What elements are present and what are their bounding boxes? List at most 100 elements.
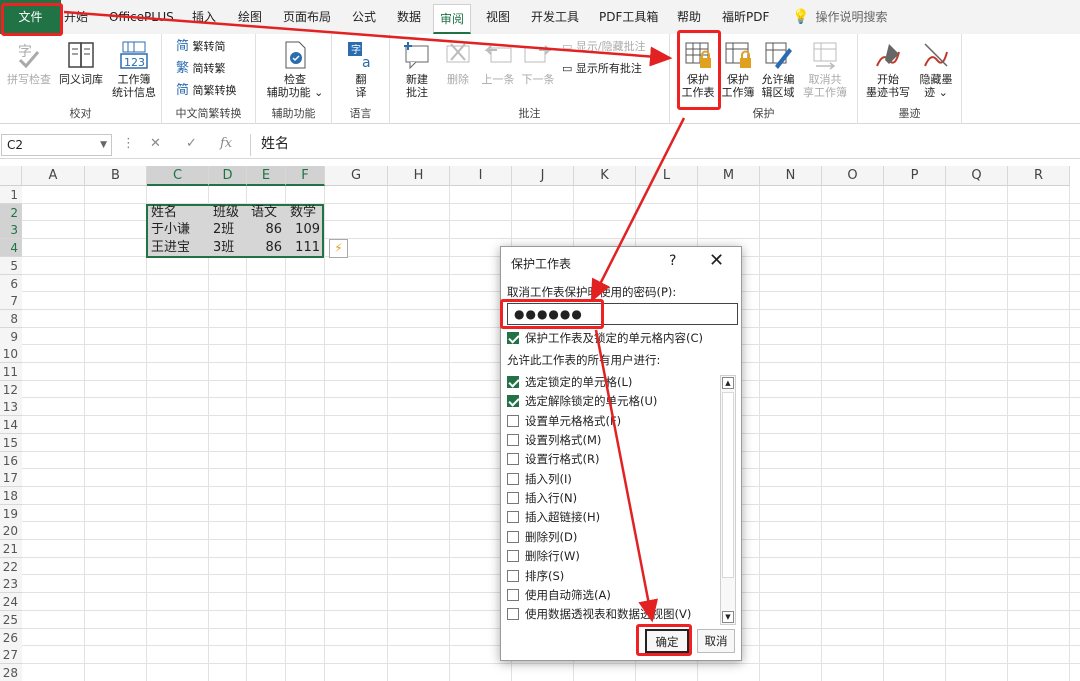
row-header-11[interactable]: 11 <box>0 363 22 381</box>
row-header-13[interactable]: 13 <box>0 398 22 417</box>
row-header-26[interactable]: 26 <box>0 628 22 647</box>
tab-developer[interactable]: 开发工具 <box>531 0 579 34</box>
row-header-28[interactable]: 28 <box>0 663 22 681</box>
tab-data[interactable]: 数据 <box>397 0 421 34</box>
ok-button[interactable]: 确定 <box>645 629 689 653</box>
next-comment-button[interactable]: 下一条 <box>518 40 558 86</box>
cancel-button[interactable]: 取消 <box>697 629 735 653</box>
permission-checkbox[interactable] <box>507 550 519 563</box>
tab-formulas[interactable]: 公式 <box>352 0 376 34</box>
permission-checkbox[interactable] <box>507 511 519 524</box>
row-header-3[interactable]: 3 <box>0 221 22 240</box>
table-cell[interactable]: 109 <box>286 221 324 239</box>
row-header-22[interactable]: 22 <box>0 557 22 576</box>
tab-page-layout[interactable]: 页面布局 <box>283 0 331 34</box>
row-header-20[interactable]: 20 <box>0 522 22 541</box>
allow-edit-ranges-button[interactable]: 允许编 辑区域 <box>758 40 798 99</box>
column-header-k[interactable]: K <box>574 166 636 186</box>
column-header-n[interactable]: N <box>760 166 822 186</box>
convert-button[interactable]: 简 简繁转换 <box>176 82 237 100</box>
tab-view[interactable]: 视图 <box>486 0 510 34</box>
column-header-q[interactable]: Q <box>946 166 1008 186</box>
table-cell[interactable]: 语文 <box>247 204 286 222</box>
scroll-down-icon[interactable]: ▼ <box>722 611 734 623</box>
row-header-25[interactable]: 25 <box>0 610 22 629</box>
column-header-m[interactable]: M <box>698 166 760 186</box>
delete-comment-button[interactable]: 删除 <box>440 40 476 86</box>
enter-check-icon[interactable]: ✓ <box>186 136 197 151</box>
previous-comment-button[interactable]: 上一条 <box>478 40 518 86</box>
formula-input[interactable]: 姓名 <box>250 134 1078 156</box>
tell-me-search[interactable]: 💡 操作说明搜索 <box>792 0 887 34</box>
more-options-icon[interactable]: ⋮ <box>122 136 135 151</box>
row-header-9[interactable]: 9 <box>0 327 22 346</box>
column-header-g[interactable]: G <box>325 166 388 186</box>
tab-file[interactable]: 文件 <box>0 0 61 34</box>
check-accessibility-button[interactable]: 检查 辅助功能 ⌄ <box>262 40 328 99</box>
column-header-r[interactable]: R <box>1008 166 1070 186</box>
cancel-entry-icon[interactable]: ✕ <box>150 136 161 151</box>
translate-button[interactable]: 字a 翻译 <box>338 40 384 99</box>
table-cell[interactable]: 111 <box>286 239 324 257</box>
help-icon[interactable]: ? <box>669 253 676 269</box>
table-cell[interactable]: 3班 <box>209 239 247 257</box>
show-all-comments-button[interactable]: ▭ 显示所有批注 <box>562 60 642 78</box>
select-all-corner[interactable] <box>0 166 22 186</box>
permissions-scrollbar[interactable]: ▲ ▼ <box>720 375 736 625</box>
table-cell[interactable]: 姓名 <box>147 204 209 222</box>
column-header-d[interactable]: D <box>209 166 247 186</box>
permission-checkbox[interactable] <box>507 414 519 427</box>
tab-pdf-toolbox[interactable]: PDF工具箱 <box>599 0 658 34</box>
table-cell[interactable]: 86 <box>247 221 286 239</box>
row-header-17[interactable]: 17 <box>0 469 22 488</box>
table-cell[interactable]: 于小谦 <box>147 221 209 239</box>
scroll-thumb[interactable] <box>722 392 734 578</box>
row-header-19[interactable]: 19 <box>0 504 22 523</box>
scroll-up-icon[interactable]: ▲ <box>722 377 734 389</box>
column-header-l[interactable]: L <box>636 166 698 186</box>
permission-checkbox[interactable] <box>507 395 519 408</box>
permission-checkbox[interactable] <box>507 472 519 485</box>
insert-function-icon[interactable]: fx <box>220 136 232 151</box>
tab-review[interactable]: 审阅 <box>433 4 472 34</box>
show-hide-comment-button[interactable]: ▭ 显示/隐藏批注 <box>562 38 646 56</box>
row-header-18[interactable]: 18 <box>0 486 22 505</box>
column-header-i[interactable]: I <box>450 166 512 186</box>
row-header-4[interactable]: 4 <box>0 239 22 258</box>
workbook-statistics-button[interactable]: 123 工作簿 统计信息 <box>108 40 160 99</box>
tab-help[interactable]: 帮助 <box>677 0 701 34</box>
column-header-j[interactable]: J <box>512 166 574 186</box>
column-header-f[interactable]: F <box>286 166 325 186</box>
protect-workbook-button[interactable]: 保护 工作簿 <box>720 40 756 99</box>
protect-sheet-button[interactable]: 保护 工作表 <box>678 40 718 99</box>
tab-insert[interactable]: 插入 <box>192 0 216 34</box>
row-header-8[interactable]: 8 <box>0 309 22 328</box>
protect-contents-checkbox[interactable] <box>507 332 519 344</box>
permission-checkbox[interactable] <box>507 376 519 388</box>
quick-analysis-icon[interactable]: ⚡ <box>329 239 348 258</box>
table-cell[interactable]: 数学 <box>286 204 324 222</box>
row-header-24[interactable]: 24 <box>0 593 22 612</box>
permission-checkbox[interactable] <box>507 588 519 601</box>
permission-checkbox[interactable] <box>507 530 519 543</box>
new-comment-button[interactable]: 新建 批注 <box>396 40 438 99</box>
row-header-5[interactable]: 5 <box>0 256 22 275</box>
row-header-16[interactable]: 16 <box>0 451 22 470</box>
row-header-27[interactable]: 27 <box>0 646 22 665</box>
close-icon[interactable]: ✕ <box>709 250 724 271</box>
column-header-p[interactable]: P <box>884 166 946 186</box>
column-header-b[interactable]: B <box>85 166 147 186</box>
row-header-2[interactable]: 2 <box>0 203 22 222</box>
trad-to-simp-button[interactable]: 简 繁转简 <box>176 38 226 56</box>
hide-ink-button[interactable]: 隐藏墨迹 ⌄ <box>914 40 958 99</box>
column-header-a[interactable]: A <box>22 166 85 186</box>
start-inking-button[interactable]: 开始 墨迹书写 <box>862 40 914 99</box>
permission-checkbox[interactable] <box>507 569 519 582</box>
tab-foxit-pdf[interactable]: 福昕PDF <box>722 0 769 34</box>
row-header-15[interactable]: 15 <box>0 433 22 452</box>
name-box[interactable]: C2 ▼ <box>1 134 112 156</box>
row-header-7[interactable]: 7 <box>0 292 22 311</box>
permission-checkbox[interactable] <box>507 453 519 466</box>
row-header-1[interactable]: 1 <box>0 186 22 204</box>
column-header-h[interactable]: H <box>388 166 450 186</box>
